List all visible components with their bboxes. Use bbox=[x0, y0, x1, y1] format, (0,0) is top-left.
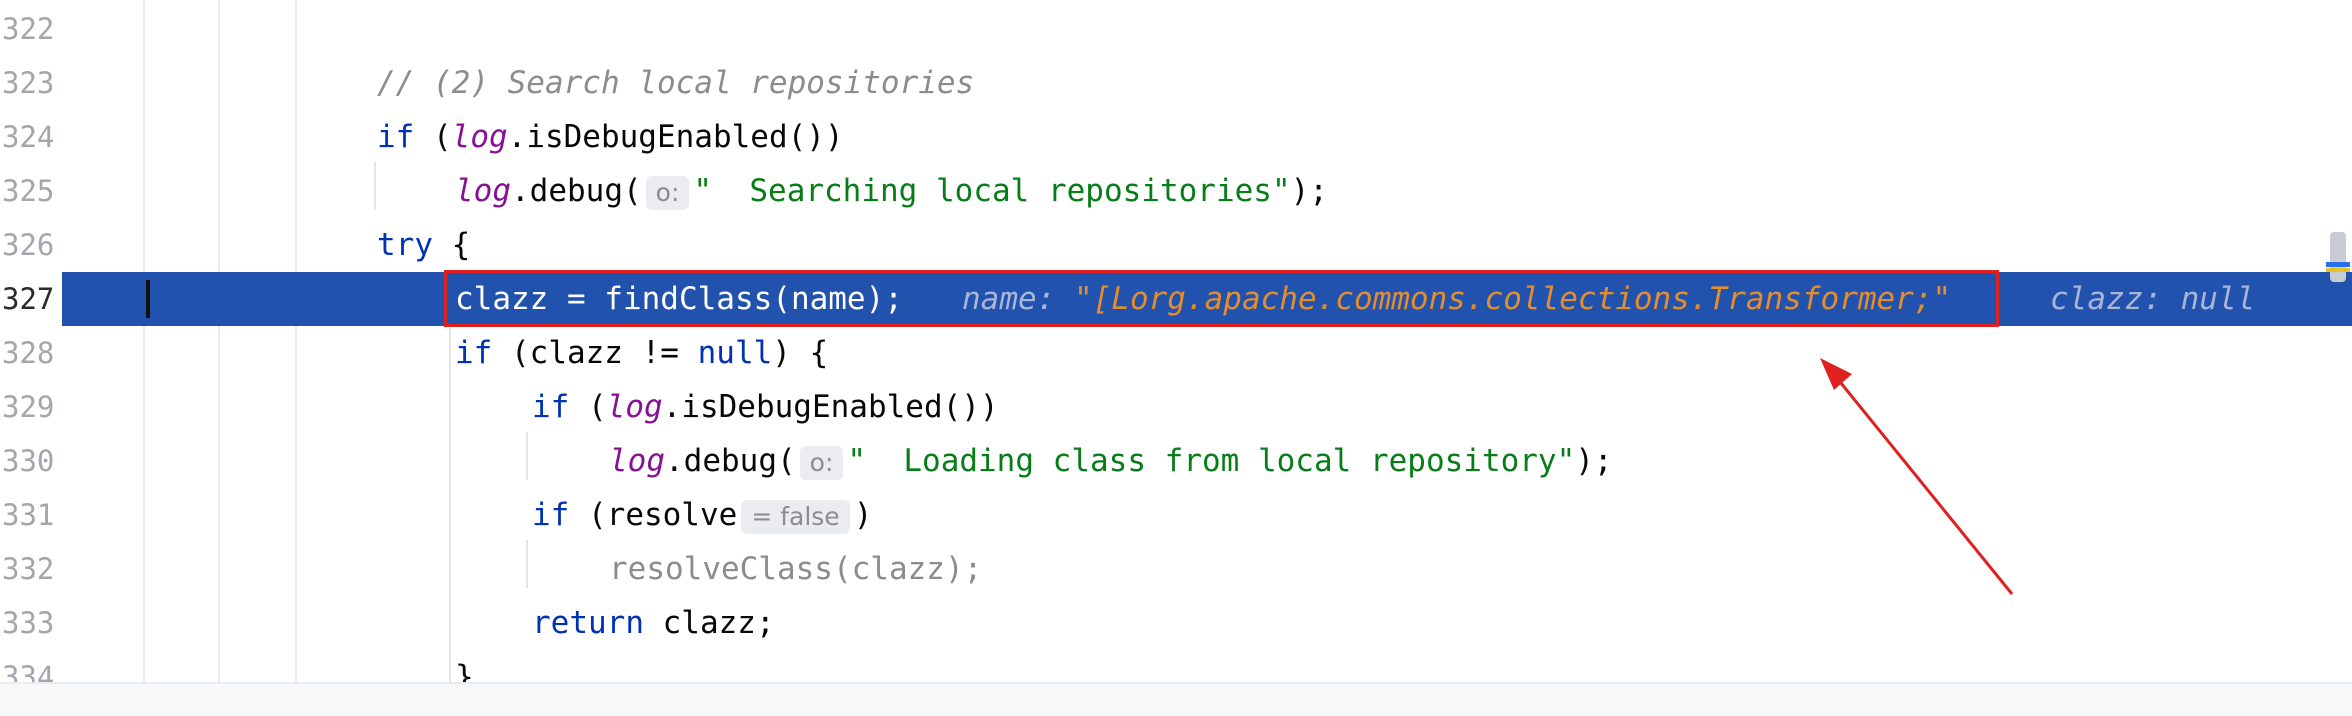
arrow-head bbox=[1820, 358, 1852, 390]
annotation-arrow bbox=[1820, 358, 2014, 595]
editor-bottom-bar bbox=[0, 682, 2352, 716]
arrow-shaft bbox=[1830, 371, 2014, 595]
